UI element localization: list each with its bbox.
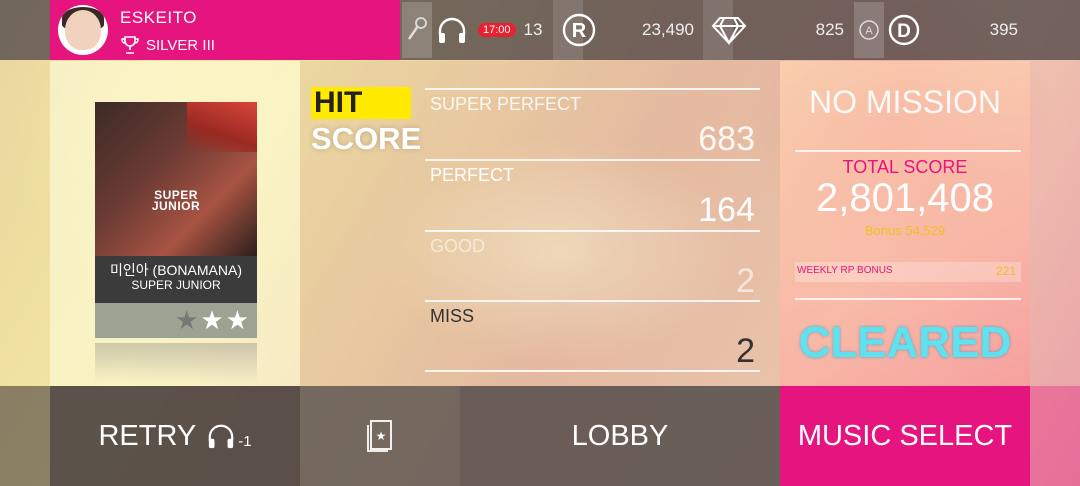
edge-left [0, 386, 50, 486]
weekly-label: WEEKLY RP BONUS [797, 265, 893, 276]
divider [425, 370, 760, 372]
album-card: SUPER JUNIOR 미인아 (BONAMANA) SUPER JUNIOR… [95, 102, 257, 338]
headphone-count: 13 [523, 20, 543, 39]
microphone-icon [407, 17, 427, 40]
result-label: MISS [430, 306, 475, 326]
result-label: PERFECT [430, 165, 515, 185]
trophy-icon [121, 36, 139, 54]
star-filled-icon: ★ [200, 305, 224, 335]
result-label: GOOD [430, 236, 486, 256]
retry-cost: -1 [238, 432, 252, 450]
card-book-button[interactable]: ★ [300, 386, 460, 486]
song-title: 미인아 (BONAMANA) [110, 262, 242, 278]
star-filled-icon: ★ [225, 305, 249, 335]
result-value: 2 [736, 262, 755, 300]
points-stat: D [888, 0, 920, 60]
points-button[interactable]: A [854, 2, 884, 58]
card-book-icon: ★ [367, 420, 392, 452]
album-art: SUPER JUNIOR [95, 102, 257, 256]
song-artist: SUPER JUNIOR [131, 278, 221, 292]
score-label: SCORE [311, 121, 422, 156]
svg-text:★: ★ [376, 429, 387, 443]
lobby-button[interactable]: LOBBY [460, 386, 780, 486]
result-row-perfect: PERFECT 164 [425, 159, 760, 229]
avatar [58, 5, 108, 55]
result-row-good: GOOD 2 [425, 230, 760, 300]
diamond-icon [711, 17, 747, 45]
headphone-stat: 17:00 13 [436, 0, 542, 60]
edge-right [1030, 386, 1080, 486]
weekly-rp-bonus: WEEKLY RP BONUS 221 [795, 262, 1021, 282]
divider [795, 298, 1021, 300]
svg-text:R: R [572, 20, 587, 42]
total-score-value: 2,801,408 [816, 176, 994, 220]
points-value: 395 [989, 20, 1018, 39]
d-coin-icon: D [888, 14, 920, 46]
rank-label: SILVER III [146, 36, 215, 54]
total-score-label: TOTAL SCORE [842, 157, 968, 177]
result-value: 164 [698, 191, 755, 229]
difficulty-stars: ★ ★ ★ [95, 303, 257, 338]
diamond-value: 825 [815, 20, 844, 39]
cleared-status: CLEARED [798, 318, 1012, 367]
player-name: ESKEITO [120, 8, 197, 27]
divider [795, 150, 1021, 152]
headphones-icon [208, 424, 234, 449]
result-value: 2 [736, 332, 755, 370]
svg-text:D: D [897, 21, 911, 42]
mission-text: NO MISSION [808, 84, 1001, 120]
diamond-stat [711, 0, 747, 60]
retry-label: RETRY [98, 419, 197, 452]
album-reflection [95, 343, 257, 383]
rp-value: 23,490 [642, 20, 694, 39]
rank: SILVER III [120, 35, 215, 55]
album-logo: SUPER JUNIOR [151, 188, 201, 213]
hit-label: HIT [311, 87, 411, 119]
profile-panel[interactable]: ESKEITO SILVER III [50, 0, 400, 60]
a-coin-icon: A [859, 20, 879, 40]
weekly-value: 221 [995, 264, 1016, 278]
headphone-timer: 17:00 [478, 23, 516, 37]
headphones-icon [438, 17, 466, 43]
result-row-miss: MISS 2 [425, 300, 760, 370]
result-label: SUPER PERFECT [430, 94, 582, 114]
bonus-value: Bonus 54,529 [864, 223, 946, 238]
svg-text:A: A [865, 25, 873, 37]
result-value: 683 [698, 120, 755, 158]
mic-button[interactable] [402, 2, 432, 58]
retry-button[interactable]: RETRY -1 [50, 386, 300, 486]
rp-coin-icon: R [562, 13, 596, 47]
music-select-button[interactable]: MUSIC SELECT [780, 386, 1030, 486]
star-empty-icon: ★ [175, 305, 199, 335]
rp-stat: R [562, 0, 596, 60]
result-row-super-perfect: SUPER PERFECT 683 [425, 88, 760, 158]
